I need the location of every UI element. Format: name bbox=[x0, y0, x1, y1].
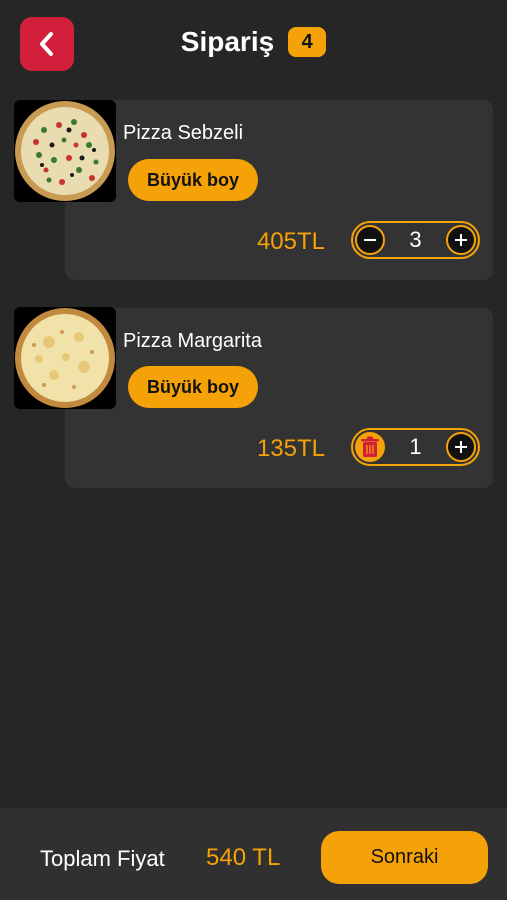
footer-bar: Toplam Fiyat 540 TL Sonraki bbox=[0, 808, 507, 900]
pizza-image bbox=[14, 307, 116, 409]
size-button[interactable]: Büyük boy bbox=[128, 366, 258, 408]
next-button[interactable]: Sonraki bbox=[321, 831, 488, 884]
page-title: Sipariş bbox=[180, 26, 275, 57]
delete-button[interactable] bbox=[355, 432, 385, 462]
quantity-value: 1 bbox=[409, 434, 422, 459]
minus-icon bbox=[364, 239, 376, 241]
decrement-button[interactable] bbox=[355, 225, 385, 255]
item-price: 405TL bbox=[256, 228, 325, 255]
item-name: Pizza Margarita bbox=[123, 330, 262, 352]
quantity-value: 3 bbox=[409, 227, 422, 252]
plus-icon bbox=[455, 234, 467, 246]
header: Sipariş 4 bbox=[0, 0, 507, 90]
increment-button[interactable] bbox=[446, 432, 476, 462]
order-count-badge: 4 bbox=[288, 27, 327, 57]
total-label: Toplam Fiyat bbox=[40, 846, 165, 871]
pizza-image bbox=[14, 100, 116, 202]
quantity-stepper: 3 bbox=[351, 221, 480, 259]
title-row: Sipariş 4 bbox=[0, 26, 507, 58]
quantity-stepper: 1 bbox=[351, 428, 480, 466]
item-price: 135TL bbox=[256, 435, 325, 462]
plus-icon bbox=[455, 441, 467, 453]
increment-button[interactable] bbox=[446, 225, 476, 255]
trash-icon bbox=[361, 436, 379, 457]
total-value: 540 TL bbox=[206, 844, 281, 871]
item-name: Pizza Sebzeli bbox=[123, 122, 244, 144]
size-button[interactable]: Büyük boy bbox=[128, 159, 258, 201]
